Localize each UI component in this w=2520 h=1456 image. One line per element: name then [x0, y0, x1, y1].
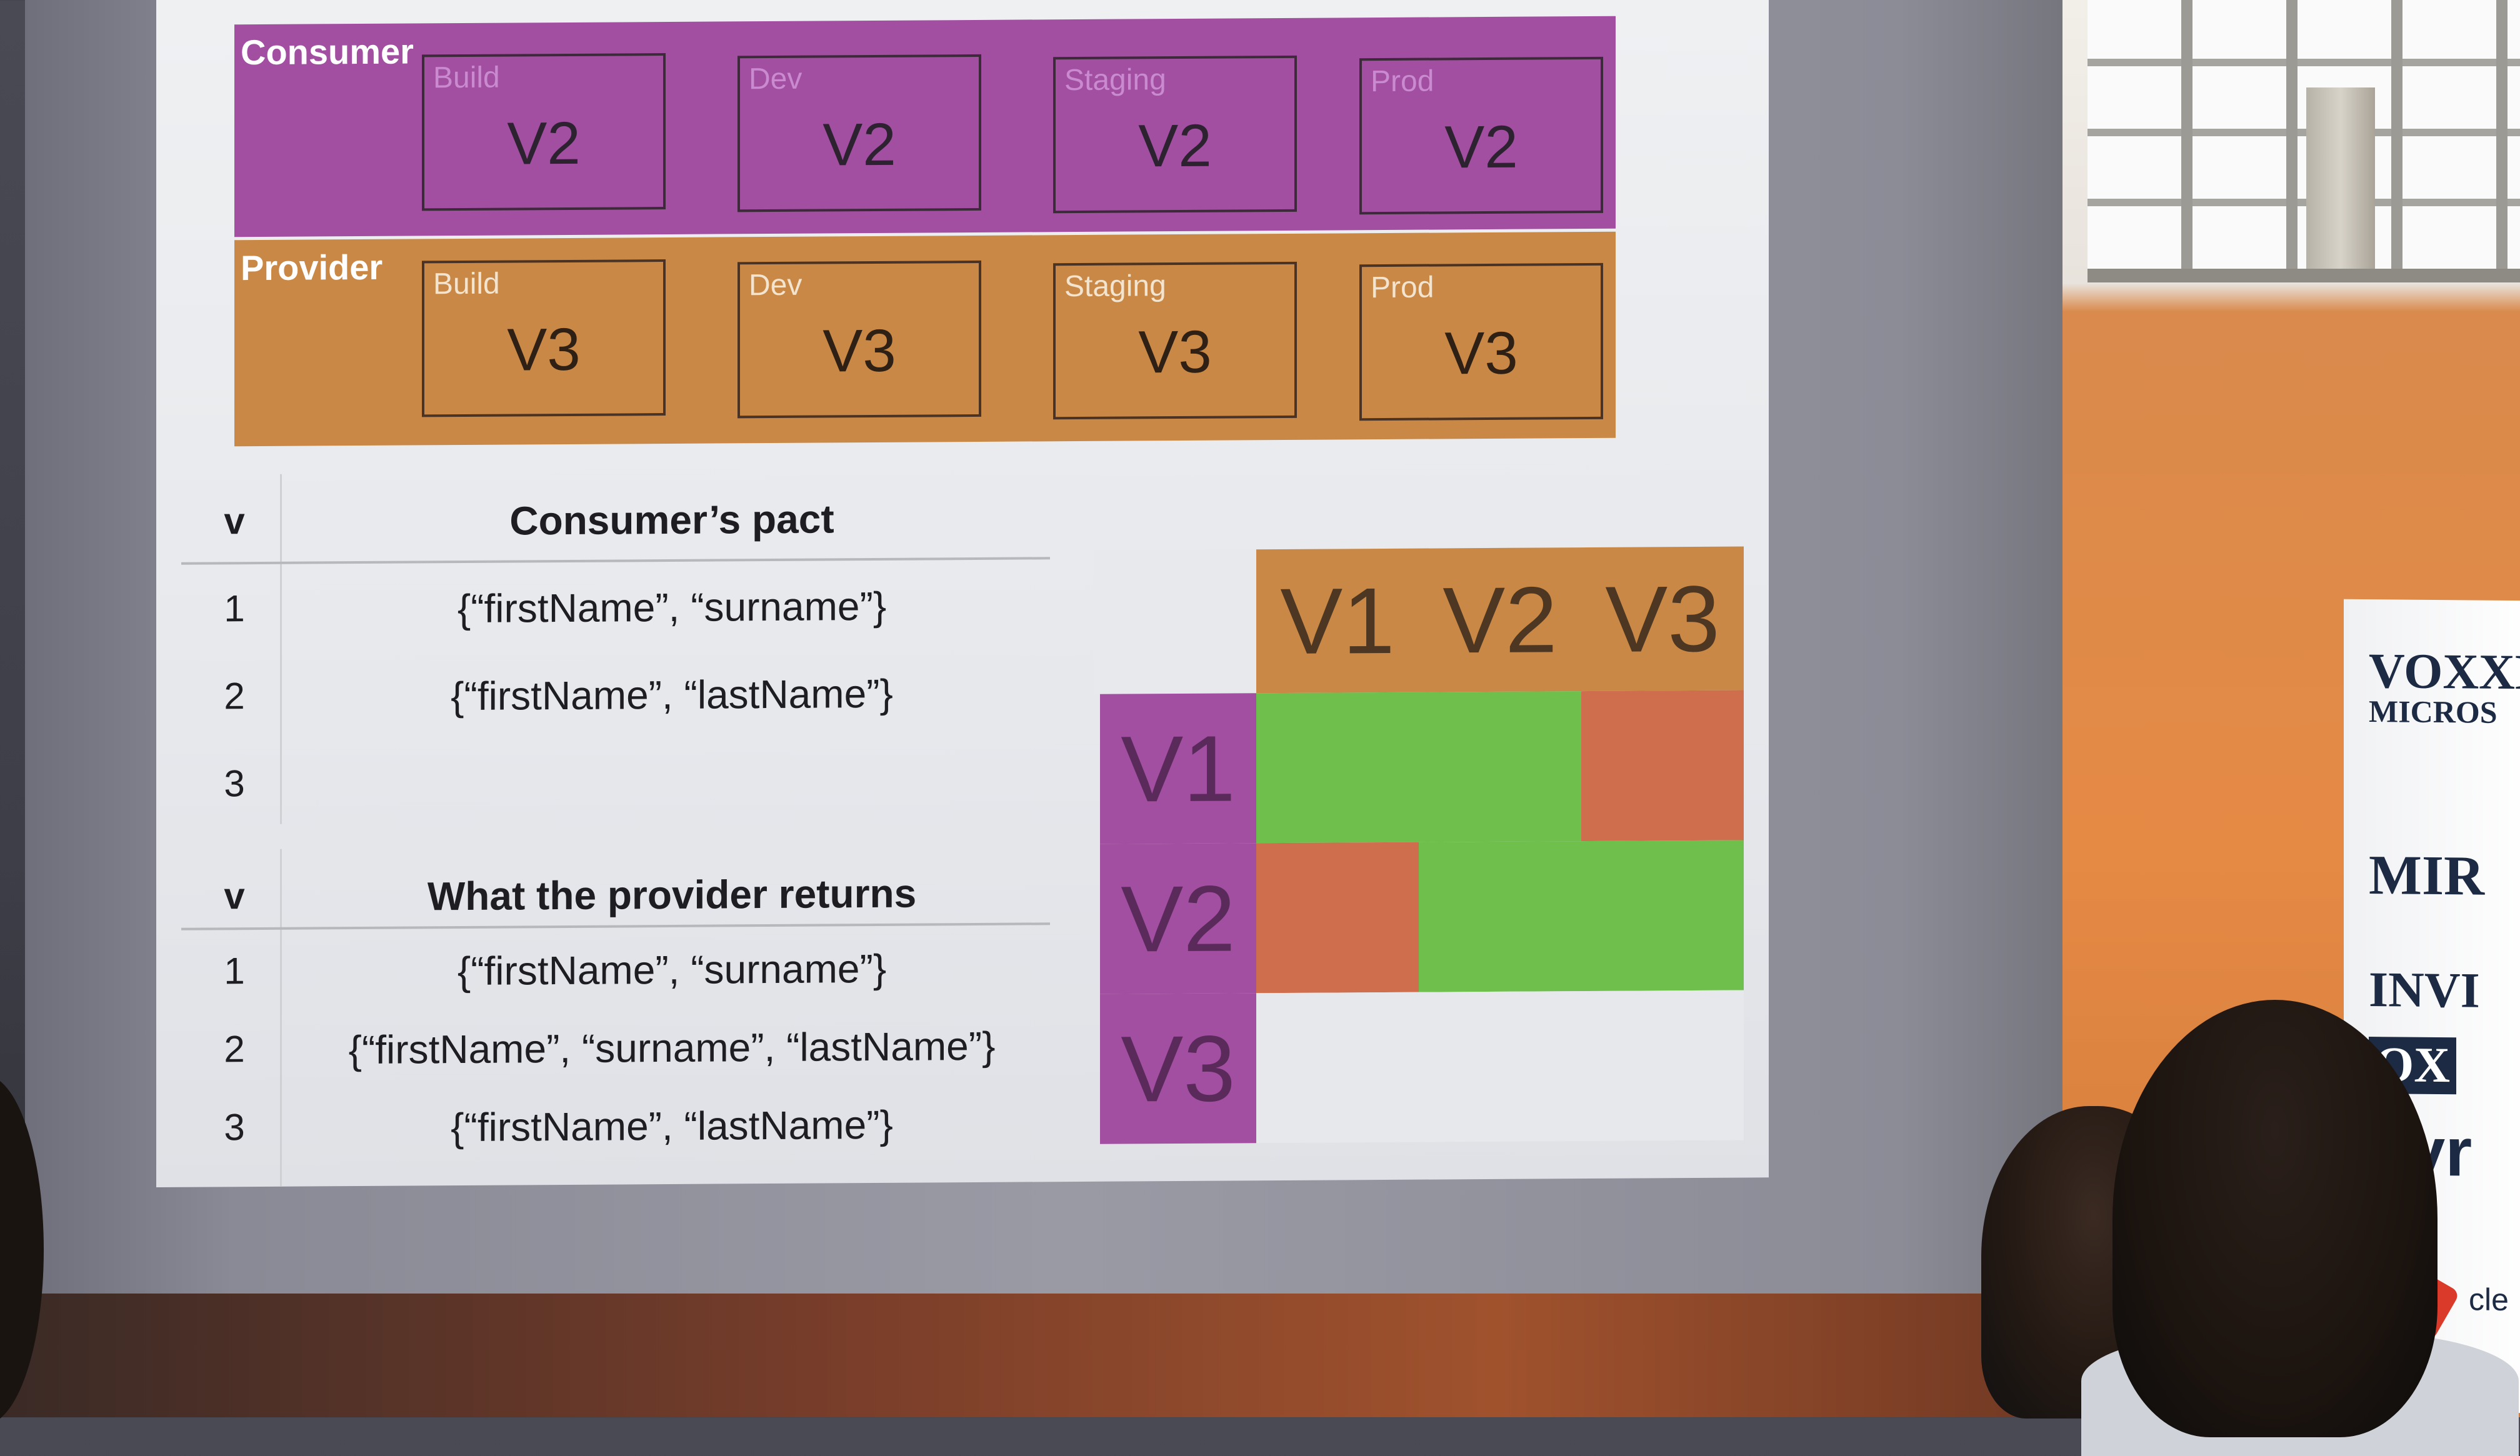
provider-env-build: Build V3: [422, 259, 666, 417]
matrix-cell-incompatible: [1256, 842, 1419, 994]
provider-label: Provider: [241, 247, 383, 288]
table-header: v Consumer’s pact: [181, 469, 1056, 562]
matrix-cell-compatible: [1581, 840, 1744, 992]
consumer-env-staging: Staging V2: [1053, 55, 1297, 214]
provider-env-staging: Staging V3: [1053, 261, 1297, 420]
env-version: V3: [1444, 319, 1518, 387]
env-version: V2: [1444, 113, 1518, 181]
banner-line: MICROS: [2369, 694, 2498, 730]
header-title: Consumer’s pact: [509, 496, 834, 544]
row-v: 3: [224, 762, 245, 805]
env-name: Dev: [749, 268, 802, 302]
header-v: v: [224, 875, 245, 917]
provider-band: Provider Build V3 Dev V3 Staging V3 Prod…: [234, 231, 1616, 447]
matrix-col-head: V3: [1581, 546, 1744, 692]
window: [2088, 0, 2520, 282]
matrix-col-head: V1: [1256, 548, 1419, 694]
matrix-col-head: V2: [1419, 547, 1581, 692]
header-v: v: [224, 500, 245, 542]
consumer-env-dev: Dev V2: [738, 54, 981, 212]
row-v: 1: [224, 950, 245, 992]
env-version: V3: [507, 316, 581, 384]
env-name: Prod: [1371, 64, 1434, 99]
consumer-env-prod: Prod V2: [1359, 56, 1603, 215]
audience-head: [2112, 1000, 2438, 1437]
env-name: Staging: [1064, 269, 1166, 304]
matrix-cell-compatible: [1256, 692, 1419, 844]
row-v: 2: [224, 675, 245, 717]
env-name: Build: [433, 61, 500, 95]
env-version: V2: [507, 109, 581, 177]
env-version: V3: [1138, 318, 1212, 386]
matrix-row-head: V2: [1100, 843, 1256, 994]
provider-env-prod: Prod V3: [1359, 262, 1603, 421]
env-version: V2: [1138, 112, 1212, 180]
table-row: 3: [181, 732, 1056, 825]
table-row: 1 {“firstName”, “surname”}: [181, 557, 1056, 650]
banner-line: MIR: [2369, 844, 2484, 907]
consumer-band: Consumer Build V2 Dev V2 Staging V2 Prod…: [234, 16, 1616, 237]
window-pillar: [2306, 87, 2375, 269]
matrix-cell-compatible: [1419, 691, 1581, 842]
env-name: Prod: [1371, 271, 1434, 305]
matrix-cell-compatible: [1419, 841, 1581, 992]
presentation-slide: Consumer Build V2 Dev V2 Staging V2 Prod…: [156, 0, 1769, 1187]
provider-returns-table: v What the provider returns 1 {“firstNam…: [181, 844, 1056, 1187]
table-row: 3 {“firstName”, “lastName”}: [181, 1075, 1056, 1169]
row-value: {“firstName”, “surname”, “lastName”}: [348, 1023, 996, 1073]
stage-floor: [0, 1294, 2138, 1417]
banner-line: INVI: [2369, 962, 2480, 1019]
table-row: 2 {“firstName”, “lastName”}: [181, 644, 1056, 737]
provider-env-dev: Dev V3: [738, 260, 981, 419]
consumer-label: Consumer: [241, 31, 414, 72]
row-v: 1: [224, 587, 245, 630]
matrix-row-empty: [1256, 990, 1744, 1144]
row-v: 3: [224, 1106, 245, 1149]
matrix-row-head: V3: [1100, 993, 1256, 1144]
env-name: Staging: [1064, 63, 1166, 97]
matrix-cell-incompatible: [1581, 690, 1744, 842]
row-value: [288, 757, 1056, 762]
env-version: V3: [822, 317, 896, 385]
row-value: {“firstName”, “lastName”}: [451, 1102, 893, 1150]
row-value: {“firstName”, “surname”}: [457, 945, 887, 994]
matrix-corner: [1094, 549, 1256, 694]
env-version: V2: [822, 111, 896, 179]
row-value: {“firstName”, “surname”}: [457, 583, 887, 632]
banner-line: cle: [2469, 1282, 2509, 1317]
matrix-row-head: V1: [1100, 693, 1256, 844]
env-name: Build: [433, 267, 500, 301]
row-v: 2: [224, 1028, 245, 1070]
compatibility-matrix: V1 V2 V3 V1 V2 V3: [1094, 546, 1744, 1144]
header-title: What the provider returns: [427, 870, 917, 919]
consumer-env-build: Build V2: [422, 53, 666, 211]
row-value: {“firstName”, “lastName”}: [451, 671, 893, 719]
env-name: Dev: [749, 62, 802, 96]
consumer-pact-table: v Consumer’s pact 1 {“firstName”, “surna…: [181, 469, 1056, 825]
